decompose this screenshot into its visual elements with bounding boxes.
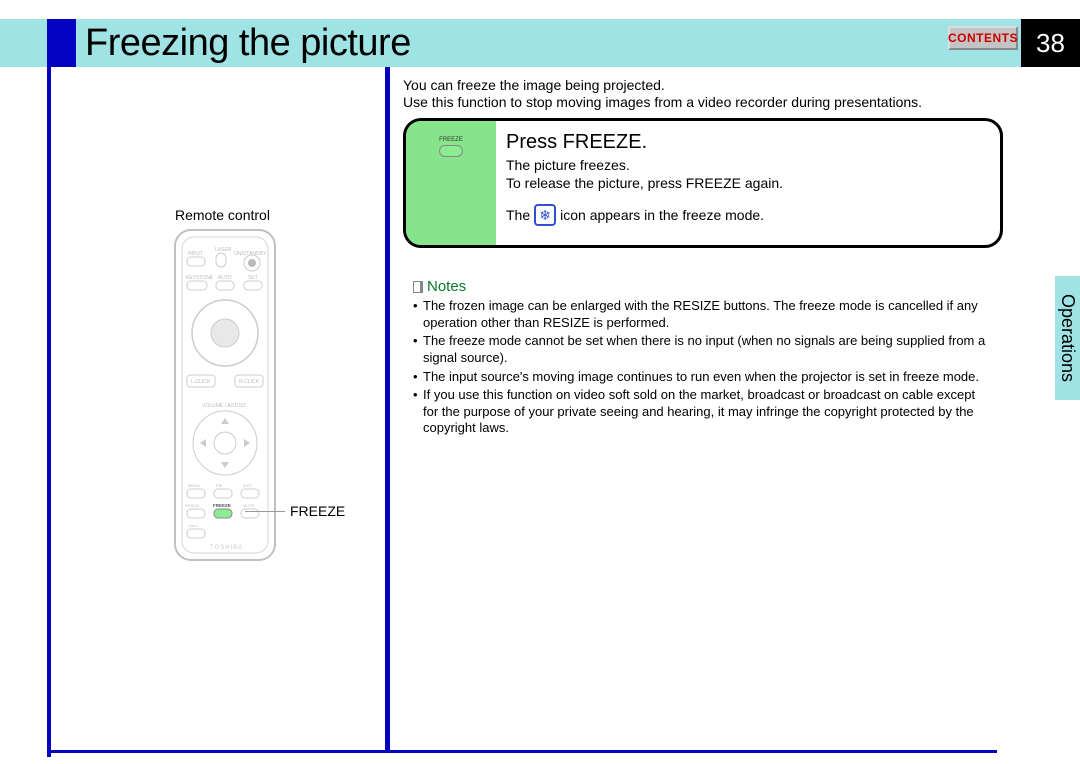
remote-control-illustration: INPUT LASER ON/STANDBY KEYSTONE AUTO SET…: [170, 225, 280, 565]
svg-text:TOSHIBA: TOSHIBA: [210, 545, 243, 551]
instruction-box: FREEZE Press FREEZE. The picture freezes…: [403, 118, 1003, 248]
instruction-icon-line: The ❄ icon appears in the freeze mode.: [506, 204, 783, 226]
mid-divider-bar: [385, 67, 390, 750]
contents-button[interactable]: CONTENTS: [948, 26, 1018, 50]
freeze-button-callout: FREEZE: [290, 503, 345, 519]
freeze-button-icon: [439, 145, 463, 157]
notes-item: The freeze mode cannot be set when there…: [413, 333, 993, 366]
svg-text:SET: SET: [248, 275, 258, 281]
freeze-leader-line: [245, 511, 285, 512]
svg-text:INPUT: INPUT: [188, 251, 203, 257]
svg-text:VOLUME / ADJUST: VOLUME / ADJUST: [202, 403, 246, 409]
section-tab-label: Operations: [1057, 294, 1078, 382]
intro-text-2: Use this function to stop moving images …: [403, 94, 922, 110]
notes-item: The input source's moving image continue…: [413, 369, 993, 386]
instruction-sub2: To release the picture, press FREEZE aga…: [506, 174, 783, 192]
freeze-mode-icon: ❄: [534, 204, 556, 226]
freeze-button-tiny-label: FREEZE: [439, 137, 463, 143]
intro-text-1: You can freeze the image being projected…: [403, 77, 665, 93]
icon-line-post: icon appears in the freeze mode.: [560, 207, 764, 223]
svg-text:MENU: MENU: [188, 483, 200, 488]
section-tab-operations[interactable]: Operations: [1055, 276, 1080, 400]
instruction-title: Press FREEZE.: [506, 131, 783, 154]
svg-text:KEYSTONE: KEYSTONE: [186, 275, 214, 281]
icon-line-pre: The: [506, 207, 530, 223]
svg-text:RESIZE: RESIZE: [185, 503, 200, 508]
remote-label: Remote control: [175, 207, 270, 223]
page-title: Freezing the picture: [85, 22, 411, 65]
notes-item: If you use this function on video soft s…: [413, 387, 993, 437]
svg-text:AUTO: AUTO: [218, 275, 232, 281]
header-accent-bar: [47, 19, 76, 67]
notes-heading: Notes: [413, 278, 466, 295]
notes-list: The frozen image can be enlarged with th…: [413, 298, 993, 439]
left-divider-bar: [47, 67, 51, 757]
notes-heading-text: Notes: [427, 278, 466, 295]
svg-text:PIP: PIP: [216, 483, 223, 488]
svg-text:R-CLICK: R-CLICK: [239, 379, 260, 385]
svg-text:CALL: CALL: [188, 523, 199, 528]
notes-item: The frozen image can be enlarged with th…: [413, 298, 993, 331]
notes-icon: [413, 281, 423, 293]
svg-text:EXIT: EXIT: [243, 483, 252, 488]
instruction-texts: Press FREEZE. The picture freezes. To re…: [506, 131, 783, 226]
page-number: 38: [1021, 19, 1080, 67]
instruction-sub1: The picture freezes.: [506, 156, 783, 174]
svg-text:FREEZE: FREEZE: [213, 503, 231, 508]
instruction-button-panel: FREEZE: [406, 121, 496, 245]
svg-text:L-CLICK: L-CLICK: [191, 379, 211, 385]
bottom-divider-bar: [47, 750, 997, 753]
svg-text:ON/STANDBY: ON/STANDBY: [234, 251, 267, 257]
svg-text:LASER: LASER: [215, 247, 232, 253]
svg-text:MUTE: MUTE: [243, 503, 255, 508]
page-header: Freezing the picture CONTENTS 38: [0, 19, 1080, 67]
